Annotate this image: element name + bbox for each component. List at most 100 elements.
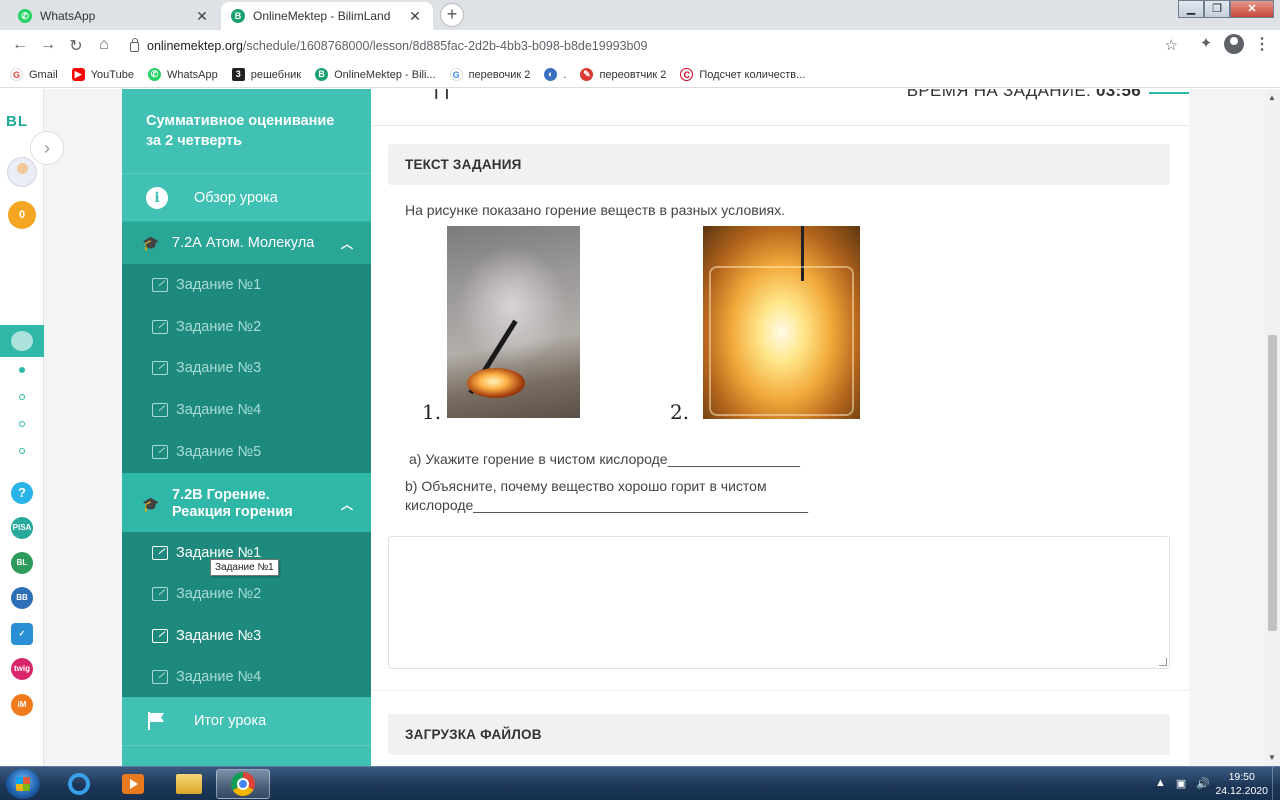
page-viewport: BL 0 ? PISA BL BB ✓ twig iM › Суммативно… (0, 89, 1280, 766)
google-icon: G (449, 68, 463, 81)
maximize-button[interactable]: ❐ (1204, 0, 1230, 18)
close-window-button[interactable]: ✕ (1230, 0, 1274, 18)
show-desktop-button[interactable] (1272, 767, 1280, 800)
bookmark-perevotchik[interactable]: ✎ переовтчик 2 (580, 68, 666, 81)
sidebar-item-task[interactable]: Задание №1 (122, 264, 371, 306)
answer-textarea[interactable] (388, 536, 1170, 669)
twig-icon[interactable]: twig (11, 658, 33, 680)
sidebar-group-atom-molecule[interactable]: 🎓 7.2А Атом. Молекула ︿ (122, 222, 371, 264)
left-rail: BL 0 ? PISA BL BB ✓ twig iM (0, 89, 44, 766)
new-tab-button[interactable]: + (440, 3, 464, 27)
scrollbar-thumb[interactable] (1268, 335, 1277, 631)
bookmark-youtube[interactable]: ▶ YouTube (71, 68, 134, 81)
sidebar-group-label: 7.2В Горение. Реакция горения (172, 487, 293, 520)
tab-whatsapp[interactable]: ✆ WhatsApp ✕ (8, 2, 220, 30)
bookmark-podschet[interactable]: C Подсчет количеств... (680, 68, 805, 81)
bookmark-label: перевочик 2 (468, 68, 531, 81)
bookmark-whatsapp[interactable]: ✆ WhatsApp (147, 68, 218, 81)
media-player-icon (122, 774, 144, 794)
sidebar-item-label: Задание №5 (176, 443, 262, 460)
sidebar-group-label: 7.2А Атом. Молекула (172, 235, 315, 251)
imektep-icon[interactable]: iM (11, 694, 33, 716)
chevron-up-icon[interactable]: ︿ (341, 496, 353, 513)
sidebar-item-task[interactable]: Задание №2 (122, 306, 371, 348)
flag-icon (146, 712, 168, 730)
taskbar-explorer[interactable] (162, 769, 216, 799)
rail-dot[interactable] (19, 367, 25, 373)
sidebar-item-task[interactable]: Задание №2 (122, 573, 371, 615)
back-icon[interactable]: ← (6, 36, 34, 56)
clock-time: 19:50 (1228, 771, 1255, 783)
close-tab-icon[interactable]: ✕ (407, 8, 423, 25)
globe-icon: ◐ (544, 68, 558, 81)
figure-1-image (447, 226, 580, 418)
bilimbook-icon[interactable]: BB (11, 587, 33, 609)
taskbar-ie[interactable] (52, 769, 106, 799)
sidebar-item-label: Задание №2 (176, 585, 262, 602)
extensions-icon[interactable]: ✦ (1198, 36, 1214, 52)
tasks-icon[interactable]: ✓ (11, 623, 33, 645)
bookmark-perevochik[interactable]: Gперевочик 2 (449, 68, 531, 81)
task-topbar: ⊓ ВРЕМЯ НА ЗАДАНИЕ: 03:56 (371, 89, 1189, 126)
lesson-sidebar: Суммативное оценивание за 2 четверть i О… (122, 89, 371, 766)
sidebar-item-task[interactable]: Задание №4 (122, 389, 371, 431)
chevron-up-icon[interactable]: ︿ (341, 235, 353, 252)
bookmark-label: WhatsApp (166, 68, 218, 81)
bookmark-onlinemektep[interactable]: B OnlineMektep - Bili... (315, 68, 436, 81)
chevron-right-icon[interactable]: › (30, 131, 64, 165)
profile-avatar[interactable] (1224, 34, 1244, 54)
bilimland-logo[interactable]: BL (6, 113, 28, 130)
bookmark-star-icon[interactable]: ☆ (1165, 36, 1178, 54)
sidebar-item-task[interactable]: Задание №5 (122, 431, 371, 473)
url-host: onlinemektep.org (147, 39, 243, 53)
translator-icon: ✎ (580, 68, 594, 81)
minimize-button[interactable]: ▁ (1178, 0, 1204, 18)
bookmark-dot[interactable]: ◐. (544, 68, 566, 81)
sidebar-group-combustion[interactable]: 🎓 7.2В Горение. Реакция горения ︿ (122, 476, 371, 532)
question-a: a) Укажите горение в чистом кислороде___… (409, 451, 800, 467)
sidebar-item-label: Задание №2 (176, 318, 262, 335)
tooltip: Задание №1 (210, 559, 279, 576)
sidebar-item-summary[interactable]: Итог урока (122, 697, 371, 745)
sidebar-item-label: Задание №4 (176, 668, 262, 685)
rail-dot[interactable] (19, 394, 25, 400)
scroll-down-icon[interactable]: ▼ (1268, 753, 1276, 762)
resize-handle[interactable] (1159, 658, 1167, 666)
coins-badge[interactable]: 0 (8, 201, 36, 229)
sidebar-item-task[interactable]: Задание №3 (122, 615, 371, 657)
pisa-icon[interactable]: PISA (11, 517, 33, 539)
tray-expand-icon[interactable]: ▲ (1155, 777, 1166, 790)
taskbar-media-player[interactable] (106, 769, 160, 799)
network-icon[interactable]: ▣ (1176, 777, 1186, 790)
rail-dot[interactable] (19, 421, 25, 427)
bookmark-reshebnik[interactable]: 3 решебник (231, 68, 301, 81)
tab-title: OnlineMektep - BilimLand (253, 9, 391, 23)
sidebar-item-overview[interactable]: i Обзор урока (122, 173, 371, 221)
onlinemektep-rail-button[interactable] (0, 325, 44, 357)
volume-icon[interactable]: 🔊 (1196, 777, 1210, 790)
start-button[interactable] (6, 769, 40, 799)
menu-kebab-icon[interactable]: ⋮ (1254, 34, 1270, 54)
home-icon[interactable]: ⌂ (90, 36, 118, 56)
file-upload-header: ЗАГРУЗКА ФАЙЛОВ (388, 714, 1170, 755)
close-tab-icon[interactable]: ✕ (194, 8, 210, 25)
address-bar[interactable]: onlinemektep.org/schedule/1608768000/les… (122, 34, 1186, 58)
help-icon[interactable]: ? (11, 482, 33, 504)
avatar[interactable] (7, 157, 37, 187)
bilimland-icon[interactable]: BL (11, 552, 33, 574)
taskbar-chrome[interactable] (216, 769, 270, 799)
page-scrollbar[interactable]: ▲ ▼ (1265, 89, 1280, 766)
forward-icon[interactable]: → (34, 36, 62, 56)
sidebar-item-task[interactable]: Задание №3 (122, 347, 371, 389)
reload-icon[interactable]: ↻ (62, 36, 90, 56)
sidebar-item-task[interactable]: Задание №4 (122, 656, 371, 698)
window-controls: ▁ ❐ ✕ (1178, 0, 1274, 18)
scroll-up-icon[interactable]: ▲ (1268, 93, 1276, 102)
bookmark-gmail[interactable]: G Gmail (10, 68, 58, 81)
timer-progress (1149, 92, 1189, 94)
system-clock[interactable]: 19:50 24.12.2020 (1215, 770, 1268, 798)
question-b: b) Объясните, почему вещество хорошо гор… (405, 478, 809, 513)
tab-onlinemektep[interactable]: B OnlineMektep - BilimLand ✕ (221, 2, 433, 30)
sidebar-item-label: Задание №1 (176, 276, 262, 293)
rail-dot[interactable] (19, 448, 25, 454)
